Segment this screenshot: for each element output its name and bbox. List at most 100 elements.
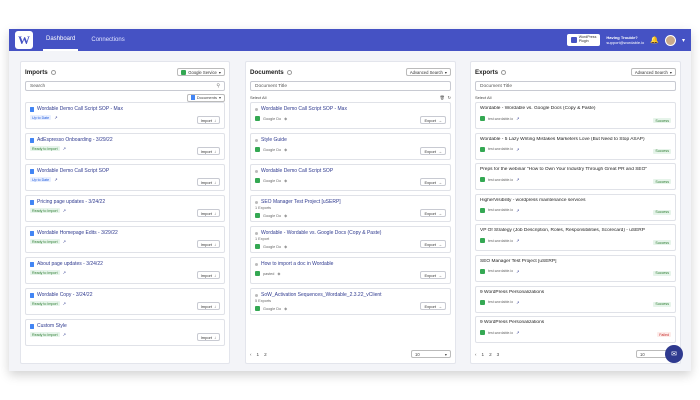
per-page-select[interactable]: 10 ▾ bbox=[411, 350, 451, 358]
document-type-select[interactable]: Documents ▾ bbox=[186, 93, 225, 102]
advanced-search-select[interactable]: Advanced Search ▾ bbox=[630, 68, 676, 76]
imports-search-input[interactable]: Search ⚲ bbox=[25, 81, 225, 91]
prev-page-icon[interactable]: ‹ bbox=[475, 352, 477, 357]
tab-dashboard[interactable]: Dashboard bbox=[43, 29, 79, 51]
tag-icon[interactable]: ◆ bbox=[284, 306, 287, 311]
import-button[interactable]: Import ↓ bbox=[196, 178, 220, 186]
import-item-title-row[interactable]: Wordable Homepage Edits - 3/29/22 bbox=[30, 230, 220, 236]
export-item[interactable]: 9 WordPress Personalizations test.wordabl… bbox=[475, 285, 676, 313]
tag-icon[interactable]: ◆ bbox=[284, 213, 287, 218]
checkbox-dot[interactable] bbox=[255, 262, 258, 266]
import-button[interactable]: Import ↓ bbox=[196, 240, 220, 248]
document-item-title-row[interactable]: Style Guide bbox=[255, 137, 446, 143]
checkbox-dot[interactable] bbox=[255, 107, 258, 111]
exports-search-input[interactable]: Document Title bbox=[475, 81, 676, 91]
export-button[interactable]: Export → bbox=[420, 302, 446, 310]
external-link-icon[interactable]: ↗ bbox=[63, 208, 66, 213]
external-link-icon[interactable]: ↗ bbox=[54, 115, 57, 120]
import-item-title-row[interactable]: Wordable Demo Call Script SOP - Max bbox=[30, 106, 220, 112]
import-button[interactable]: Import ↓ bbox=[196, 302, 220, 310]
external-link-icon[interactable]: ↗ bbox=[63, 239, 66, 244]
chevron-down-icon: ▾ bbox=[218, 95, 221, 100]
chat-icon[interactable]: ✉ bbox=[665, 345, 683, 363]
external-link-icon[interactable]: ↗ bbox=[516, 300, 519, 305]
export-item[interactable]: 9 WordPress Personalizations test.wordabl… bbox=[475, 316, 676, 344]
bell-icon[interactable]: 🔔 bbox=[650, 36, 659, 44]
export-button[interactable]: Export → bbox=[420, 271, 446, 279]
import-item-title-row[interactable]: Custom Style bbox=[30, 323, 220, 329]
export-button[interactable]: Export → bbox=[420, 240, 446, 248]
trash-icon[interactable]: 🗑 bbox=[440, 95, 445, 100]
import-item-title-row[interactable]: Wordable Demo Call Script SOP bbox=[30, 168, 220, 174]
document-item-title-row[interactable]: Wordable Demo Call Script SOP bbox=[255, 168, 446, 174]
document-item-title-row[interactable]: Wordable Demo Call Script SOP - Max bbox=[255, 106, 446, 112]
external-link-icon[interactable]: ↗ bbox=[63, 146, 66, 151]
tag-icon[interactable]: ◆ bbox=[284, 244, 287, 249]
external-link-icon[interactable]: ↗ bbox=[516, 177, 519, 182]
document-item-title-row[interactable]: How to import a doc in Wordable bbox=[255, 261, 446, 267]
import-button[interactable]: Import ↓ bbox=[196, 116, 220, 124]
export-item[interactable]: Wordable - 5 Lazy Writing Mistakes Marke… bbox=[475, 132, 676, 160]
external-link-icon[interactable]: ↗ bbox=[63, 301, 66, 306]
info-icon[interactable] bbox=[501, 69, 507, 75]
export-button[interactable]: Export → bbox=[420, 209, 446, 217]
refresh-icon[interactable]: ↻ bbox=[448, 95, 451, 100]
checkbox-dot[interactable] bbox=[255, 293, 258, 297]
info-icon[interactable] bbox=[50, 69, 56, 75]
external-link-icon[interactable]: ↗ bbox=[63, 270, 66, 275]
checkbox-dot[interactable] bbox=[255, 200, 258, 204]
page-2[interactable]: 2 bbox=[264, 352, 267, 357]
document-item-title-row[interactable]: SoW_Activation Sequences_Wordable_2.3.22… bbox=[255, 292, 446, 298]
documents-search-input[interactable]: Document Title bbox=[250, 81, 451, 91]
tag-icon[interactable]: ◆ bbox=[284, 147, 287, 152]
checkbox-dot[interactable] bbox=[255, 169, 258, 173]
export-button[interactable]: Export → bbox=[420, 116, 446, 124]
export-button[interactable]: Export → bbox=[420, 147, 446, 155]
export-item[interactable]: VP Of Strategy (Job Description, Roles, … bbox=[475, 224, 676, 252]
page-1[interactable]: 1 bbox=[482, 352, 485, 357]
export-item[interactable]: SEO Manager Test Project [uSERP] test.wor… bbox=[475, 254, 676, 282]
chevron-down-icon[interactable]: ▾ bbox=[682, 37, 685, 44]
info-icon[interactable] bbox=[286, 69, 292, 75]
document-item-title-row[interactable]: SEO Manager Test Project [uSERP] bbox=[255, 199, 446, 205]
export-item[interactable]: Wordable - Wordable vs. Google Docs (Cop… bbox=[475, 102, 676, 129]
external-link-icon[interactable]: ↗ bbox=[516, 269, 519, 274]
import-item-title-row[interactable]: Wordable Copy - 3/24/22 bbox=[30, 292, 220, 298]
page-1[interactable]: 1 bbox=[257, 352, 260, 357]
export-item[interactable]: Preps for the webinar "How to Own Your I… bbox=[475, 163, 676, 191]
source-select[interactable]: Google Service ▾ bbox=[177, 68, 225, 76]
import-item-title-row[interactable]: About page updates - 3/24/22 bbox=[30, 261, 220, 267]
tag-icon[interactable]: ◆ bbox=[277, 271, 280, 276]
wordpress-plugin-button[interactable]: WordPress Plugin bbox=[566, 34, 601, 46]
prev-page-icon[interactable]: ‹ bbox=[250, 352, 252, 357]
import-button[interactable]: Import ↓ bbox=[196, 271, 220, 279]
tag-icon[interactable]: ◆ bbox=[284, 116, 287, 121]
import-button[interactable]: Import ↓ bbox=[196, 209, 220, 217]
page-2[interactable]: 2 bbox=[489, 352, 492, 357]
external-link-icon[interactable]: ↗ bbox=[63, 332, 66, 337]
external-link-icon[interactable]: ↗ bbox=[516, 147, 519, 152]
checkbox-dot[interactable] bbox=[255, 231, 258, 235]
document-item-title-row[interactable]: Wordable - Wordable vs. Google Docs (Cop… bbox=[255, 230, 446, 236]
wordable-logo[interactable]: W bbox=[15, 31, 33, 49]
import-item-title-row[interactable]: AdEspresso Onboarding - 3/29/22 bbox=[30, 137, 220, 143]
tag-icon[interactable]: ◆ bbox=[284, 178, 287, 183]
external-link-icon[interactable]: ↗ bbox=[516, 238, 519, 243]
checkbox-dot[interactable] bbox=[255, 138, 258, 142]
help-contact[interactable]: Having Trouble? support@wordable.io bbox=[606, 35, 644, 45]
external-link-icon[interactable]: ↗ bbox=[516, 208, 519, 213]
import-button[interactable]: Import ↓ bbox=[196, 147, 220, 155]
external-link-icon[interactable]: ↗ bbox=[54, 177, 57, 182]
external-link-icon[interactable]: ↗ bbox=[516, 330, 519, 335]
import-item-title-row[interactable]: Pricing page updates - 3/24/22 bbox=[30, 199, 220, 205]
select-all-link[interactable]: Select All bbox=[475, 95, 491, 100]
advanced-search-select[interactable]: Advanced Search ▾ bbox=[405, 68, 451, 76]
page-3[interactable]: 3 bbox=[497, 352, 500, 357]
select-all-link[interactable]: Select All bbox=[250, 95, 266, 100]
avatar[interactable] bbox=[664, 34, 676, 46]
tab-connections[interactable]: Connections bbox=[88, 29, 127, 51]
external-link-icon[interactable]: ↗ bbox=[516, 116, 519, 121]
import-button[interactable]: Import ↓ bbox=[196, 333, 220, 341]
export-item[interactable]: HigherVisibility - wordpress maintenance… bbox=[475, 193, 676, 221]
export-button[interactable]: Export → bbox=[420, 178, 446, 186]
